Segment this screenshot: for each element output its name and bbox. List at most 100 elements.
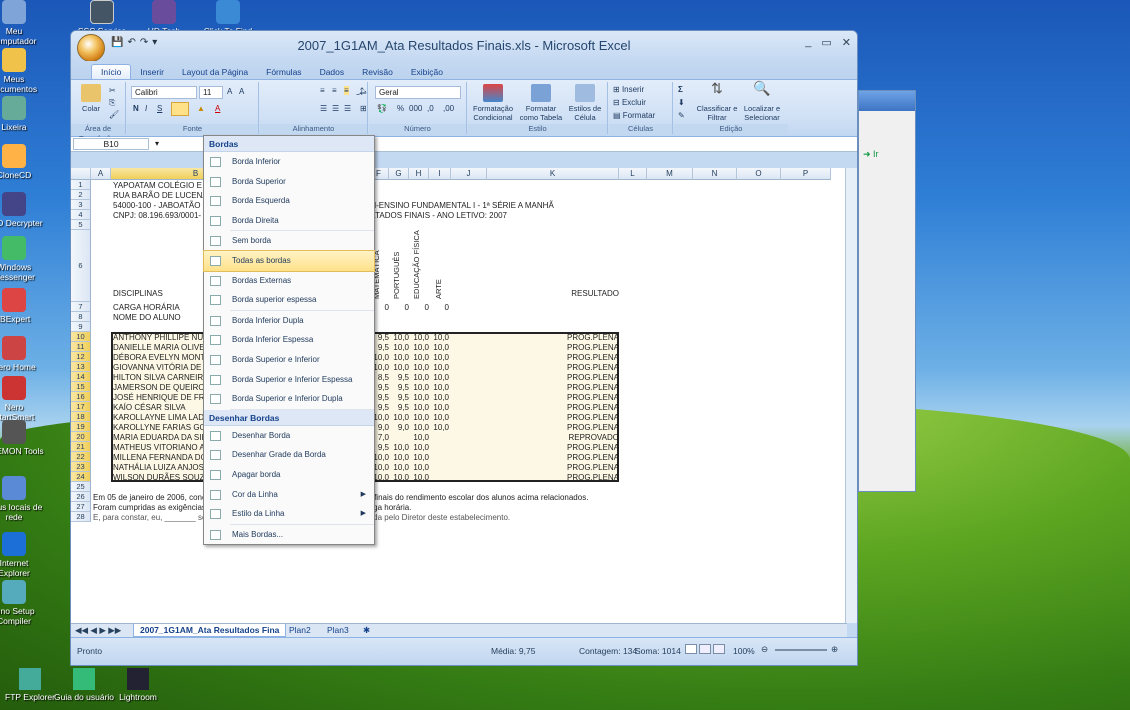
row-header-20[interactable]: 20 — [71, 432, 91, 442]
thousands-icon[interactable]: 000 — [409, 104, 422, 113]
maximize-icon[interactable]: ▭ — [821, 36, 831, 49]
number-format-select[interactable]: Geral — [375, 86, 461, 99]
row-header-28[interactable]: 28 — [71, 512, 91, 522]
desktop-icon-11[interactable]: Internet Explorer — [0, 532, 44, 578]
row-header-25[interactable]: 25 — [71, 482, 91, 492]
column-header-M[interactable]: M — [647, 168, 693, 180]
tab-inserir[interactable]: Inserir — [131, 65, 173, 79]
menu-item-border-0[interactable]: Borda Inferior — [204, 152, 374, 172]
align-center-icon[interactable]: ☰ — [332, 104, 339, 113]
cut-icon[interactable]: ✂ — [109, 86, 116, 95]
tab-exibicao[interactable]: Exibição — [402, 65, 452, 79]
normal-view-icon[interactable] — [685, 644, 697, 654]
sheet-tab-plan3[interactable]: Plan3 — [321, 624, 355, 637]
desktop-icon-5[interactable]: Windows Messenger — [0, 236, 44, 282]
row-header-27[interactable]: 27 — [71, 502, 91, 512]
tab-revisao[interactable]: Revisão — [353, 65, 402, 79]
row-header-14[interactable]: 14 — [71, 372, 91, 382]
find-select-button[interactable]: 🔍 Localizar e Selecionar — [740, 81, 784, 122]
desktop-icon-lightroom[interactable]: Lightroom — [108, 668, 168, 702]
excel-window[interactable]: 💾 ↶ ↷ ▾ 2007_1G1AM_Ata Resultados Finais… — [70, 30, 858, 666]
zoom-in-icon[interactable]: ⊕ — [831, 644, 838, 655]
underline-icon[interactable]: S — [157, 104, 162, 113]
autosum-icon[interactable]: Σ — [678, 85, 683, 94]
borders-button[interactable] — [171, 102, 189, 116]
zoom-level[interactable]: 100% — [733, 646, 755, 656]
format-painter-icon[interactable]: 🖌 — [109, 110, 119, 119]
menu-item-border-1[interactable]: Borda Superior — [204, 172, 374, 192]
decrease-decimal-icon[interactable]: ,00 — [443, 104, 454, 113]
desktop-icon-1[interactable]: Meus documentos — [0, 48, 44, 94]
menu-item-border-6[interactable]: Bordas Externas — [204, 271, 374, 291]
merge-icon[interactable]: ⊞ — [360, 104, 367, 113]
align-left-icon[interactable]: ☰ — [320, 104, 327, 113]
row-header-3[interactable]: 3 — [71, 200, 91, 210]
row-header-23[interactable]: 23 — [71, 462, 91, 472]
conditional-format-button[interactable]: Formatação Condicional — [470, 84, 516, 122]
menu-item-border-12[interactable]: Borda Superior e Inferior Dupla — [204, 389, 374, 409]
align-bottom-icon[interactable]: ≡ — [344, 86, 349, 95]
paste-button[interactable]: Colar — [77, 84, 105, 113]
desktop-icon-8[interactable]: Nero StartSmart — [0, 376, 44, 422]
column-header-N[interactable]: N — [693, 168, 737, 180]
row-header-21[interactable]: 21 — [71, 442, 91, 452]
vertical-scrollbar[interactable] — [845, 168, 857, 623]
fill-color-icon[interactable]: ▲ — [197, 104, 205, 113]
column-header-J[interactable]: J — [451, 168, 487, 180]
desktop-icon-6[interactable]: IBExpert — [0, 288, 44, 324]
menu-item-border-7[interactable]: Borda superior espessa — [204, 290, 374, 310]
row-header-17[interactable]: 17 — [71, 402, 91, 412]
row-header-9[interactable]: 9 — [71, 322, 91, 332]
clear-icon[interactable]: ✎ — [678, 111, 685, 120]
menu-item-border-4[interactable]: Sem borda — [204, 231, 374, 251]
row-header-12[interactable]: 12 — [71, 352, 91, 362]
sheet-tab-plan2[interactable]: Plan2 — [283, 624, 317, 637]
menu-item-border-11[interactable]: Borda Superior e Inferior Espessa — [204, 370, 374, 390]
row-header-8[interactable]: 8 — [71, 312, 91, 322]
menu-item-draw-1[interactable]: Desenhar Grade da Borda — [204, 445, 374, 465]
menu-item-draw-4[interactable]: Estilo da Linha ▶ — [204, 504, 374, 524]
wrap-text-icon[interactable]: ⇌ — [360, 88, 367, 97]
percent-icon[interactable]: % — [397, 104, 404, 113]
menu-item-draw-2[interactable]: Apagar borda — [204, 465, 374, 485]
go-icon[interactable]: ➜ Ir — [863, 149, 879, 160]
row-header-16[interactable]: 16 — [71, 392, 91, 402]
menu-item-draw-0[interactable]: Desenhar Borda — [204, 426, 374, 446]
desktop-icon-3[interactable]: CloneCD — [0, 144, 44, 180]
zoom-out-icon[interactable]: ⊖ — [761, 644, 768, 655]
column-header-K[interactable]: K — [487, 168, 619, 180]
tab-dados[interactable]: Dados — [311, 65, 354, 79]
minimize-icon[interactable]: _ — [805, 36, 811, 49]
column-header-P[interactable]: P — [781, 168, 831, 180]
close-icon[interactable]: ✕ — [842, 36, 851, 49]
font-name-select[interactable]: Calibri — [131, 86, 197, 99]
sheet-tab-ata[interactable]: 2007_1G1AM_Ata Resultados Fina — [133, 624, 287, 637]
desktop-icon-7[interactable]: Nero Home — [0, 336, 44, 372]
row-header-19[interactable]: 19 — [71, 422, 91, 432]
copy-icon[interactable]: ⎘ — [109, 98, 115, 108]
format-cells-button[interactable]: ▤ Formatar — [613, 111, 655, 120]
desktop-icon-12[interactable]: Inno Setup Compiler — [0, 580, 44, 626]
desktop-icon-0[interactable]: Meu computador — [0, 0, 44, 46]
zoom-slider[interactable] — [775, 649, 827, 651]
row-header-4[interactable]: 4 — [71, 210, 91, 220]
page-break-view-icon[interactable] — [713, 644, 725, 654]
column-header-I[interactable]: I — [429, 168, 451, 180]
worksheet-grid[interactable]: ABCDEFGHIJKLMNOP123456789101112131415161… — [71, 168, 847, 623]
column-header-G[interactable]: G — [389, 168, 409, 180]
column-header-O[interactable]: O — [737, 168, 781, 180]
delete-cells-button[interactable]: ⊟ Excluir — [613, 98, 646, 107]
row-header-11[interactable]: 11 — [71, 342, 91, 352]
row-header-1[interactable]: 1 — [71, 180, 91, 190]
background-window[interactable]: ➜ Ir — [858, 90, 916, 492]
sheet-nav-icon[interactable]: ◀◀ ◀ ▶ ▶▶ — [75, 625, 121, 636]
column-header-L[interactable]: L — [619, 168, 647, 180]
bold-icon[interactable]: N — [133, 104, 139, 113]
row-header-10[interactable]: 10 — [71, 332, 91, 342]
grow-font-icon[interactable]: A — [227, 87, 232, 96]
desktop-icon-guia[interactable]: Guia do usuário — [54, 668, 114, 702]
row-header-13[interactable]: 13 — [71, 362, 91, 372]
desktop-icon-ftp-explorer[interactable]: FTP Explorer — [0, 668, 60, 702]
menu-item-border-9[interactable]: Borda Inferior Espessa — [204, 330, 374, 350]
menu-item-draw-5[interactable]: Mais Bordas... — [204, 525, 374, 545]
